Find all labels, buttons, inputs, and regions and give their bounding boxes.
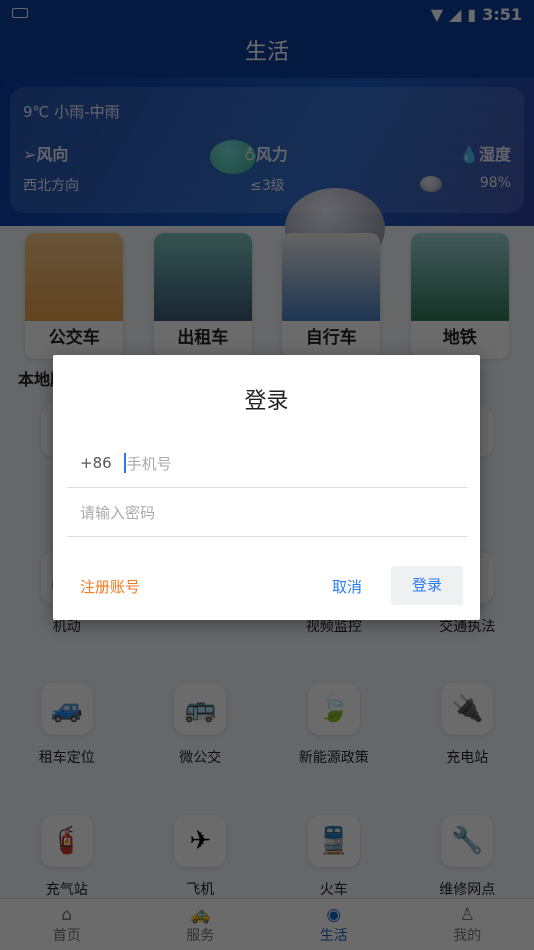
- minibus-icon: 🚌: [174, 683, 227, 735]
- transport-taxi[interactable]: 出租车: [153, 233, 252, 359]
- service-item[interactable]: 🚆 火车: [267, 815, 401, 899]
- service-item[interactable]: 🚌 微公交: [134, 683, 268, 767]
- country-code[interactable]: +86: [80, 454, 112, 472]
- life-icon: ◉: [326, 905, 342, 925]
- service-label: 微公交: [179, 750, 222, 766]
- wind-dir-value: 西北方向: [23, 178, 79, 194]
- droplet-icon: 💧: [459, 145, 479, 164]
- phone-field[interactable]: +86 手机号: [67, 439, 467, 488]
- home-icon: ⌂: [61, 905, 73, 925]
- login-button[interactable]: 登录: [391, 566, 463, 605]
- nav-item[interactable]: ◉ 生活: [267, 899, 401, 950]
- register-link[interactable]: 注册账号: [80, 576, 140, 597]
- nav-item[interactable]: ♙ 我的: [401, 899, 534, 950]
- weather-summary: 9℃ 小雨-中雨: [23, 103, 120, 121]
- nav-label: 首页: [52, 928, 81, 944]
- subway-illustration: [410, 233, 509, 321]
- transport-label: 公交车: [48, 328, 100, 348]
- gas-cylinder-icon: 🧯: [40, 815, 93, 867]
- taxi-illustration: [153, 233, 252, 321]
- password-field[interactable]: 请输入密码: [67, 488, 467, 537]
- nav-label: 生活: [319, 928, 348, 944]
- dialog-title: 登录: [244, 389, 289, 414]
- taxi-icon: 🚕: [189, 905, 211, 925]
- service-label: 新能源政策: [298, 750, 369, 766]
- password-input[interactable]: 请输入密码: [80, 502, 155, 523]
- bike-illustration: [282, 233, 381, 321]
- transport-bus[interactable]: 公交车: [25, 233, 124, 359]
- service-item[interactable]: ✈ 飞机: [134, 815, 268, 899]
- transport-label: 出租车: [177, 328, 229, 348]
- keyboard-icon: [12, 8, 28, 18]
- user-icon: ♙: [459, 905, 475, 925]
- bottom-nav: ⌂ 首页 🚕 服务 ◉ 生活 ♙ 我的: [0, 898, 534, 950]
- clock: 3:51: [482, 5, 522, 24]
- wifi-icon: ▼: [430, 5, 444, 24]
- nav-item[interactable]: ⌂ 首页: [0, 899, 134, 950]
- wind-force-value: ≤3级: [250, 178, 285, 194]
- nav-label: 我的: [453, 928, 482, 944]
- plug-icon: 🔌: [441, 683, 494, 735]
- service-label: 租车定位: [38, 750, 95, 766]
- transport-label: 地铁: [442, 328, 477, 348]
- page-title: 生活: [0, 30, 534, 80]
- service-item[interactable]: 🚙 租车定位: [0, 683, 134, 767]
- humidity-label: 湿度: [478, 145, 511, 164]
- service-row: 🧯 充气站 ✈ 飞机 🚆 火车 🔧 维修网点: [0, 815, 534, 899]
- transport-subway[interactable]: 地铁: [410, 233, 509, 359]
- repair-icon: 🔧: [441, 815, 494, 867]
- navigation-icon: ➢: [23, 145, 37, 164]
- login-dialog: 登录 +86 手机号 请输入密码 注册账号 取消 登录: [53, 355, 480, 620]
- service-label: 维修网点: [439, 882, 496, 898]
- airplane-icon: ✈: [174, 815, 227, 867]
- service-item[interactable]: 🧯 充气站: [0, 815, 134, 899]
- signal-icon: ◢: [449, 5, 462, 24]
- service-label: 飞机: [186, 882, 215, 898]
- wind-force-label: 风力: [255, 145, 288, 164]
- leaf-icon: 🍃: [307, 683, 360, 735]
- weather-banner: 9℃ 小雨-中雨 ➢风向 西北方向 ♁风力 ≤3级 💧湿度 98%: [0, 78, 534, 268]
- transport-cards: 公交车 出租车 自行车 地铁: [0, 233, 534, 359]
- cancel-button[interactable]: 取消: [332, 576, 362, 597]
- service-item[interactable]: 🍃 新能源政策: [267, 683, 401, 767]
- wind-dir-label: 风向: [36, 145, 69, 164]
- weather-card: 9℃ 小雨-中雨 ➢风向 西北方向 ♁风力 ≤3级 💧湿度 98%: [10, 87, 524, 213]
- rental-car-icon: 🚙: [40, 683, 93, 735]
- bus-illustration: [25, 233, 124, 321]
- transport-bike[interactable]: 自行车: [282, 233, 381, 359]
- service-item[interactable]: 🔌 充电站: [401, 683, 534, 767]
- nav-item[interactable]: 🚕 服务: [134, 899, 268, 950]
- train-icon: 🚆: [307, 815, 360, 867]
- status-bar: ▼ ◢ ▮ 3:51: [0, 0, 534, 30]
- transport-label: 自行车: [305, 328, 357, 348]
- service-label: 充气站: [45, 882, 88, 898]
- phone-input[interactable]: 手机号: [127, 453, 172, 474]
- service-row: 🚙 租车定位 🚌 微公交 🍃 新能源政策 🔌 充电站: [0, 683, 534, 767]
- humidity-value: 98%: [479, 175, 511, 191]
- nav-label: 服务: [186, 928, 215, 944]
- service-item[interactable]: 🔧 维修网点: [401, 815, 534, 899]
- service-label: 充电站: [446, 750, 489, 766]
- service-label: 火车: [319, 882, 348, 898]
- battery-icon: ▮: [467, 5, 477, 24]
- bulb-icon: ♁: [244, 145, 256, 164]
